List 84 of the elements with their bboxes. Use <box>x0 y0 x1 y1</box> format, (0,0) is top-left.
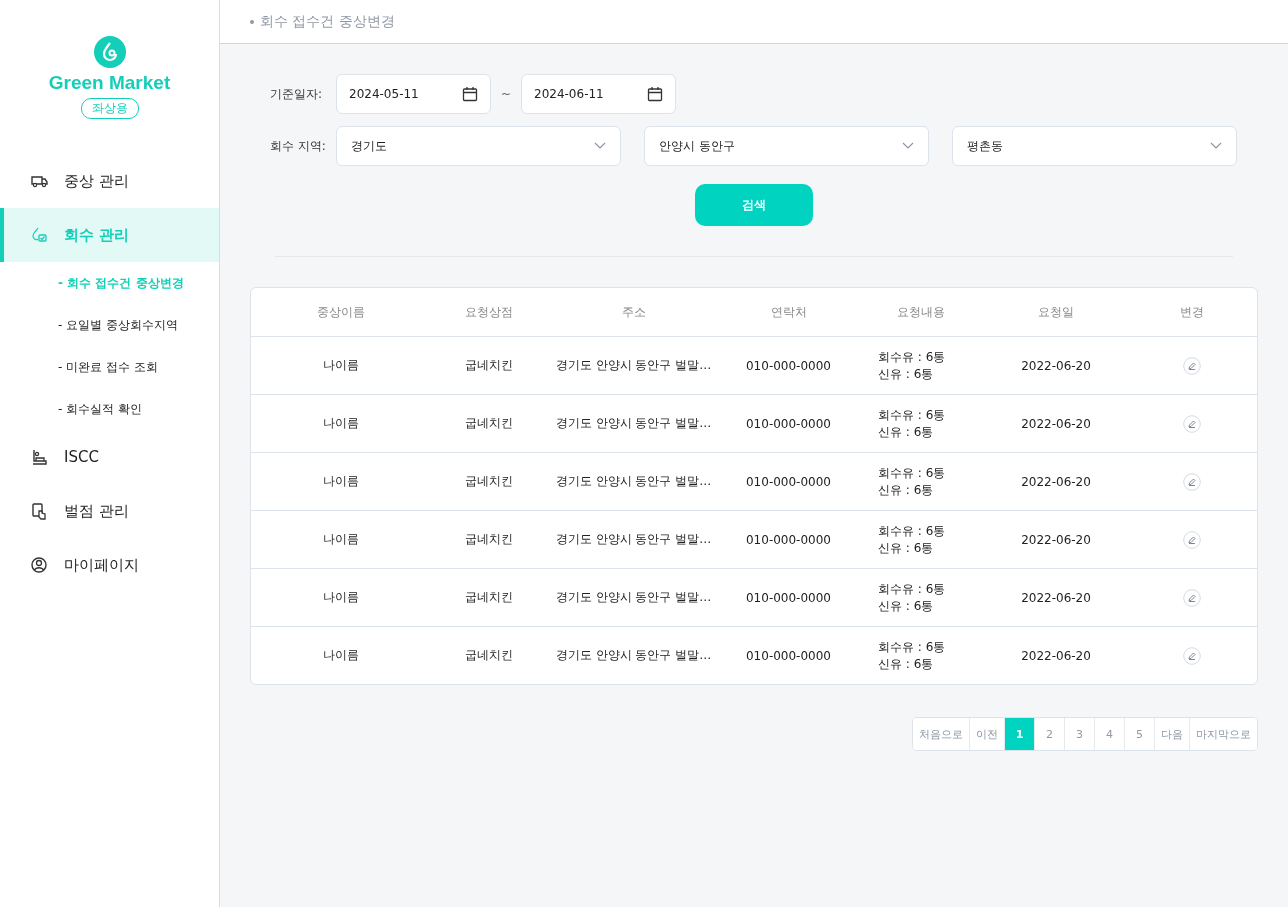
table-cell-text: 2022-06-20 <box>1020 532 1092 547</box>
sidebar-item[interactable]: 마이페이지 <box>0 538 219 592</box>
sidebar-item[interactable]: 벌점 관리 <box>0 484 219 538</box>
table-cell-text: 신유 : 6통 <box>878 481 935 499</box>
column-header: 중상이름 <box>316 303 366 321</box>
edit-icon[interactable] <box>1182 588 1201 607</box>
table-cell-text: 경기도 안양시 동안구 벌말… <box>554 357 713 374</box>
table-cell-text: 010-000-0000 <box>745 590 832 605</box>
sidebar-item[interactable]: ISCC <box>0 430 219 484</box>
table-cell-text: 010-000-0000 <box>745 416 832 431</box>
logo-icon <box>93 36 126 68</box>
table-cell-text: 회수유 : 6통 <box>878 348 947 366</box>
date-field[interactable]: 2024-05-11 <box>336 74 491 114</box>
region-dropdown[interactable]: 안양시 동안구 <box>644 126 929 166</box>
sidebar-subitem[interactable]: - 요일별 중상회수지역 <box>0 304 219 346</box>
edit-icon[interactable] <box>1182 530 1201 549</box>
table-cell-text: 경기도 안양시 동안구 벌말… <box>554 647 713 664</box>
table-cell-text: 2022-06-20 <box>1020 416 1092 431</box>
table-cell-text: 나이름 <box>322 357 360 374</box>
sidebar-subitem[interactable]: - 미완료 접수 조회 <box>0 346 219 388</box>
sidebar-item[interactable]: 중상 관리 <box>0 154 219 208</box>
table-cell-text: 2022-06-20 <box>1020 358 1092 373</box>
range-separator: ~ <box>499 87 513 101</box>
table-cell-text: 회수유 : 6통 <box>878 522 947 540</box>
table-cell-text: 010-000-0000 <box>745 648 832 663</box>
table-cell-text: 굽네치킨 <box>463 531 514 548</box>
chevron-down-icon <box>594 142 606 150</box>
region-dropdown[interactable]: 경기도 <box>336 126 621 166</box>
column-header: 요청내용 <box>896 303 946 321</box>
table-cell-text: 경기도 안양시 동안구 벌말… <box>554 473 713 490</box>
table-cell-text: 나이름 <box>322 531 360 548</box>
table-cell-text: 경기도 안양시 동안구 벌말… <box>554 531 713 548</box>
region-label: 회수 지역: <box>270 137 327 155</box>
table-cell-text: 회수유 : 6통 <box>878 638 947 656</box>
user-circle-icon <box>30 556 48 574</box>
table-cell-text: 010-000-0000 <box>745 474 832 489</box>
table-cell-text: 나이름 <box>322 647 360 664</box>
table-cell-text: 2022-06-20 <box>1020 648 1092 663</box>
table-cell-text: 신유 : 6통 <box>878 597 935 615</box>
column-header: 요청일 <box>1037 303 1075 321</box>
table-cell-text: 010-000-0000 <box>745 358 832 373</box>
table-cell-text: 굽네치킨 <box>463 357 514 374</box>
table-cell-text: 나이름 <box>322 415 360 432</box>
chevron-down-icon <box>1210 142 1222 150</box>
table-cell-text: 2022-06-20 <box>1020 590 1092 605</box>
column-header: 변경 <box>1178 303 1205 321</box>
table-cell-text: 2022-06-20 <box>1020 474 1092 489</box>
edit-icon[interactable] <box>1182 472 1201 491</box>
table-cell-text: 회수유 : 6통 <box>878 580 947 598</box>
table-cell-text: 회수유 : 6통 <box>878 406 947 424</box>
table-cell-text: 회수유 : 6통 <box>878 464 947 482</box>
table-cell-text: 나이름 <box>322 589 360 606</box>
hand-doc-icon <box>30 502 48 520</box>
edit-icon[interactable] <box>1182 356 1201 375</box>
bullet-icon <box>250 19 254 24</box>
leaf-check-icon <box>30 226 48 244</box>
column-header: 요청상점 <box>463 303 514 321</box>
sidebar-subitem[interactable]: - 회수실적 확인 <box>0 388 219 430</box>
table-cell-text: 신유 : 6통 <box>878 539 935 557</box>
date-label: 기준일자: <box>270 85 324 103</box>
column-header: 연락처 <box>769 303 808 321</box>
table-cell-text: 신유 : 6통 <box>878 423 935 441</box>
table-cell-text: 신유 : 6통 <box>878 365 935 383</box>
logo-text: Green Market <box>48 72 171 94</box>
table-cell-text: 010-000-0000 <box>745 532 832 547</box>
table-cell-text: 경기도 안양시 동안구 벌말… <box>554 589 713 606</box>
chair-icon <box>30 448 48 466</box>
edit-icon[interactable] <box>1182 414 1201 433</box>
chevron-down-icon <box>902 142 914 150</box>
table-cell-text: 굽네치킨 <box>463 473 514 490</box>
column-header: 주소 <box>620 303 647 321</box>
table-cell-text: 굽네치킨 <box>463 589 514 606</box>
table-cell-text: 굽네치킨 <box>463 647 514 664</box>
logo-badge: 좌상용 <box>80 98 139 119</box>
table-cell-text: 굽네치킨 <box>463 415 514 432</box>
table-cell-text: 나이름 <box>322 473 360 490</box>
table-cell-text: 경기도 안양시 동안구 벌말… <box>554 415 713 432</box>
edit-icon[interactable] <box>1182 646 1201 665</box>
breadcrumb: 회수 접수건 중상변경 <box>260 12 395 31</box>
calendar-icon <box>462 86 478 102</box>
table-cell-text: 신유 : 6통 <box>878 655 935 673</box>
date-field[interactable]: 2024-06-11 <box>521 74 676 114</box>
region-dropdown[interactable]: 평촌동 <box>952 126 1237 166</box>
calendar-icon <box>647 86 663 102</box>
